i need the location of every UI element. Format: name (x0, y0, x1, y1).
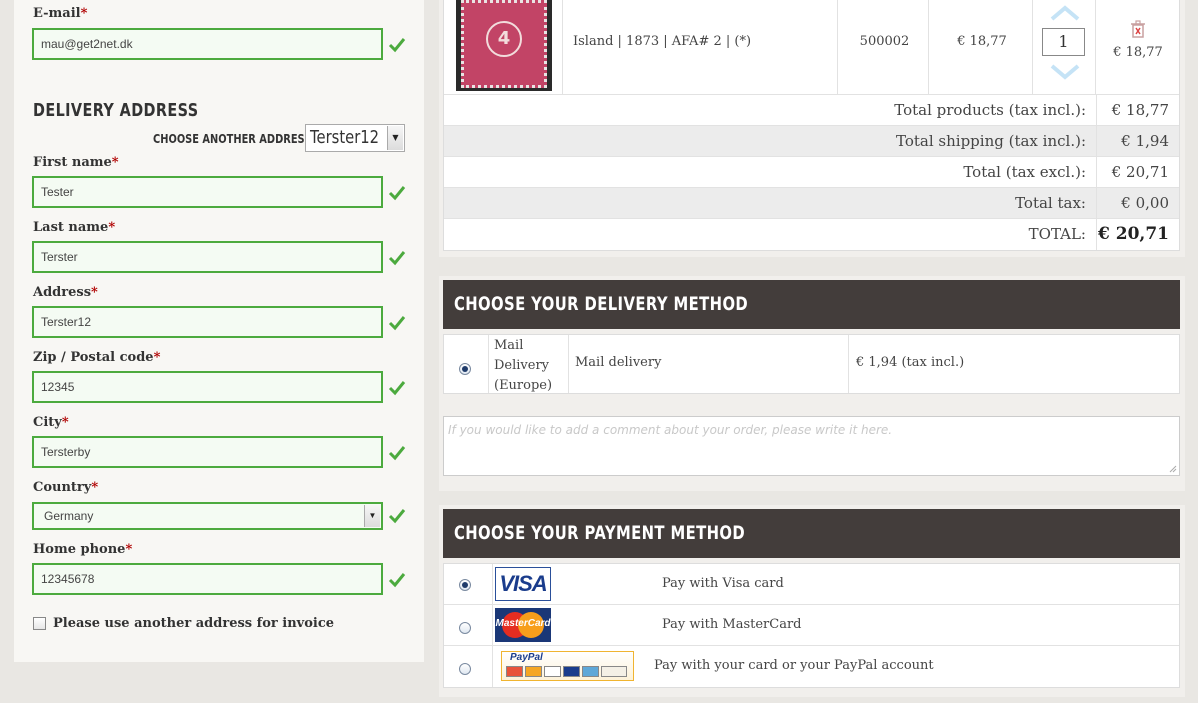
address-label: Address* (33, 285, 98, 300)
delivery-address-panel: E-mail* mau@get2net.dk DELIVERY ADDRESS … (14, 0, 424, 662)
cart-summary: 4 Island | 1873 | AFA# 2 | (*) 500002 € … (439, 0, 1185, 257)
unit-price: € 18,77 (957, 34, 1007, 49)
carrier-radio[interactable] (459, 363, 471, 375)
country-select[interactable]: Germany ▼ (32, 502, 383, 530)
card-icon (563, 666, 580, 677)
home-phone-field[interactable]: 12345678 (32, 563, 383, 595)
product-reference: 500002 (859, 34, 910, 49)
quantity-up-icon[interactable] (1049, 5, 1081, 21)
order-comment-textarea[interactable]: If you would like to add a comment about… (443, 416, 1180, 476)
valid-check-icon (388, 571, 406, 589)
cart-table: 4 Island | 1873 | AFA# 2 | (*) 500002 € … (443, 0, 1180, 251)
city-field[interactable]: Tersterby (32, 436, 383, 468)
carrier-table: Mail Delivery (Europe) Mail delivery € 1… (443, 334, 1180, 394)
trash-icon[interactable] (1130, 20, 1146, 38)
quantity-down-icon[interactable] (1049, 64, 1081, 80)
delivery-method-section: CHOOSE YOUR DELIVERY METHOD Mail Deliver… (439, 276, 1185, 491)
home-phone-label: Home phone* (33, 542, 133, 557)
valid-check-icon (388, 507, 406, 525)
email-field[interactable]: mau@get2net.dk (32, 28, 383, 60)
email-label: E-mail* (33, 6, 88, 21)
quantity-input[interactable]: 1 (1042, 28, 1085, 56)
product-description[interactable]: Island | 1873 | AFA# 2 | (*) (573, 34, 751, 49)
payment-method-title: CHOOSE YOUR PAYMENT METHOD (443, 509, 1180, 558)
last-name-field[interactable]: Terster (32, 241, 383, 273)
card-icon (544, 666, 561, 677)
payment-label-mastercard[interactable]: Pay with MasterCard (662, 617, 802, 632)
payment-label-visa[interactable]: Pay with Visa card (662, 576, 784, 591)
city-label: City* (33, 415, 69, 430)
paypal-logo-icon[interactable]: PayPal (501, 651, 634, 681)
payment-options: VISA Pay with Visa card MasterCard Pay w… (443, 563, 1180, 688)
payment-label-paypal[interactable]: Pay with your card or your PayPal accoun… (654, 658, 934, 673)
address-field[interactable]: Terster12 (32, 306, 383, 338)
first-name-label: First name* (33, 155, 119, 170)
card-icon (601, 666, 627, 677)
valid-check-icon (388, 36, 406, 54)
carrier-price: € 1,94 (tax incl.) (856, 355, 965, 370)
summary-row-total: TOTAL: € 20,71 (444, 219, 1179, 250)
chevron-down-icon: ▼ (364, 505, 380, 527)
valid-check-icon (388, 314, 406, 332)
summary-row-tax-excl: Total (tax excl.): € 20,71 (444, 157, 1179, 188)
choose-address-label: CHOOSE ANOTHER ADDRESS: (153, 132, 316, 146)
stamp-value: 4 (486, 21, 522, 57)
summary-row-shipping: Total shipping (tax incl.): € 1,94 (444, 126, 1179, 157)
table-row: 4 Island | 1873 | AFA# 2 | (*) 500002 € … (444, 0, 1179, 95)
mastercard-logo-icon[interactable]: MasterCard (495, 608, 551, 642)
country-label: Country* (33, 480, 99, 495)
first-name-field[interactable]: Tester (32, 176, 383, 208)
carrier-name: Mail Delivery (Europe) (494, 338, 553, 393)
invoice-address-checkbox[interactable] (33, 617, 46, 630)
payment-option-mastercard[interactable]: MasterCard Pay with MasterCard (444, 605, 1179, 646)
card-icon (525, 666, 542, 677)
choose-address-select[interactable]: Terster12 ▼ (305, 124, 405, 152)
card-icon (582, 666, 599, 677)
chevron-down-icon: ▼ (387, 126, 403, 150)
summary-row-products: Total products (tax incl.): € 18,77 (444, 95, 1179, 126)
payment-radio-paypal[interactable] (459, 663, 471, 675)
zip-label: Zip / Postal code* (33, 350, 161, 365)
visa-logo-icon[interactable]: VISA (495, 567, 551, 601)
section-title-delivery-address: DELIVERY ADDRESS (33, 100, 199, 121)
invoice-address-label: Please use another address for invoice (53, 616, 335, 631)
payment-radio-visa[interactable] (459, 579, 471, 591)
payment-option-paypal[interactable]: PayPal Pay with your card or your PayPal… (444, 646, 1179, 687)
product-image[interactable]: 4 (456, 0, 552, 91)
valid-check-icon (388, 249, 406, 267)
valid-check-icon (388, 379, 406, 397)
summary-row-tax: Total tax: € 0,00 (444, 188, 1179, 219)
zip-field[interactable]: 12345 (32, 371, 383, 403)
delivery-method-title: CHOOSE YOUR DELIVERY METHOD (443, 280, 1180, 329)
carrier-description: Mail delivery (575, 355, 662, 370)
payment-method-section: CHOOSE YOUR PAYMENT METHOD VISA Pay with… (439, 505, 1185, 697)
product-total: € 18,77 (1113, 45, 1163, 60)
card-icon (506, 666, 523, 677)
payment-radio-mastercard[interactable] (459, 622, 471, 634)
resize-grip-icon[interactable] (1169, 465, 1177, 473)
payment-option-visa[interactable]: VISA Pay with Visa card (444, 564, 1179, 605)
valid-check-icon (388, 184, 406, 202)
last-name-label: Last name* (33, 220, 116, 235)
valid-check-icon (388, 444, 406, 462)
